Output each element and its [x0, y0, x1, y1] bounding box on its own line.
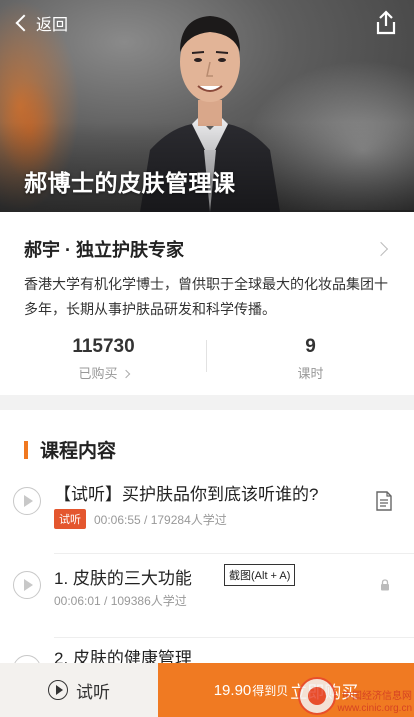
lock-icon [381, 579, 389, 591]
play-icon[interactable] [13, 571, 41, 599]
lesson-title: 1. 皮肤的三大功能 [54, 569, 192, 588]
trial-listen-label: 试听 [76, 682, 110, 702]
purchased-stat[interactable]: 115730 已购买 [0, 336, 207, 382]
course-hero-banner: 返回 郝博士的皮肤管理课 [0, 0, 414, 212]
watermark-text-top: 中国经济信息网 [342, 691, 412, 702]
lessons-count: 9 [305, 336, 316, 357]
purchased-count: 115730 [72, 336, 135, 357]
watermark-text: 中国经济信息网 www.cinic.org.cn [338, 691, 412, 715]
lesson-meta-text: 00:06:01 / 109386人学过 [54, 594, 187, 608]
chevron-right-icon [373, 241, 389, 257]
screenshot-tooltip: 截图(Alt + A) [224, 564, 296, 586]
watermark-text-bottom: www.cinic.org.cn [337, 703, 412, 714]
course-title: 郝博士的皮肤管理课 [24, 170, 236, 196]
purchased-label-row: 已购买 [0, 363, 207, 382]
lesson-meta-text: 00:06:55 / 179284人学过 [94, 512, 227, 527]
site-watermark: 中国经济信息网 www.cinic.org.cn [297, 677, 412, 715]
price-unit: 得到贝 [252, 683, 289, 698]
trial-listen-button[interactable]: 试听 [0, 663, 158, 717]
trial-badge: 试听 [54, 509, 86, 529]
bottom-action-bar: 试听 19.90 得到贝 立即购买 中国经济信息网 www.cinic.org.… [0, 663, 414, 717]
lesson-item[interactable]: 1. 皮肤的三大功能 截图(Alt + A) 00:06:01 / 109386… [0, 554, 414, 638]
section-title: 课程内容 [40, 441, 117, 462]
back-label: 返回 [36, 17, 69, 34]
watermark-seal-icon [297, 677, 336, 715]
purchased-label: 已购买 [78, 366, 118, 381]
author-card: 郝宇 · 独立护肤专家 香港大学有机化学博士，曾供职于全球最大的化妆品集团十多年… [0, 212, 414, 395]
author-name: 郝宇 · 独立护肤专家 [24, 240, 184, 260]
lesson-meta: 试听 00:06:55 / 179284人学过 [54, 509, 227, 529]
author-profile-link[interactable]: 郝宇 · 独立护肤专家 [24, 236, 390, 262]
document-icon[interactable] [375, 491, 393, 511]
lesson-item[interactable]: 【试听】买护肤品你到底该听谁的? 试听 00:06:55 / 179284人学过 [0, 470, 414, 554]
section-header: 课程内容 [24, 436, 116, 463]
section-accent-bar [24, 440, 28, 459]
play-circle-icon [48, 680, 68, 700]
price-value: 19.90 [213, 681, 252, 699]
course-stats: 115730 已购买 9 课时 [0, 336, 414, 386]
chevron-left-icon [15, 14, 33, 32]
lesson-title: 【试听】买护肤品你到底该听谁的? [54, 485, 319, 504]
buy-now-button[interactable]: 19.90 得到贝 立即购买 中国经济信息网 www.cinic.org.cn [158, 663, 414, 717]
lessons-label: 课时 [297, 366, 324, 381]
lesson-meta: 00:06:01 / 109386人学过 [54, 592, 187, 609]
lessons-stat: 9 课时 [207, 336, 414, 382]
share-icon[interactable] [374, 10, 398, 36]
chevron-right-icon [121, 369, 130, 379]
back-button[interactable]: 返回 [12, 10, 68, 36]
play-icon[interactable] [13, 487, 41, 515]
author-bio: 香港大学有机化学博士，曾供职于全球最大的化妆品集团十多年，长期从事护肤品研发和科… [24, 276, 388, 317]
